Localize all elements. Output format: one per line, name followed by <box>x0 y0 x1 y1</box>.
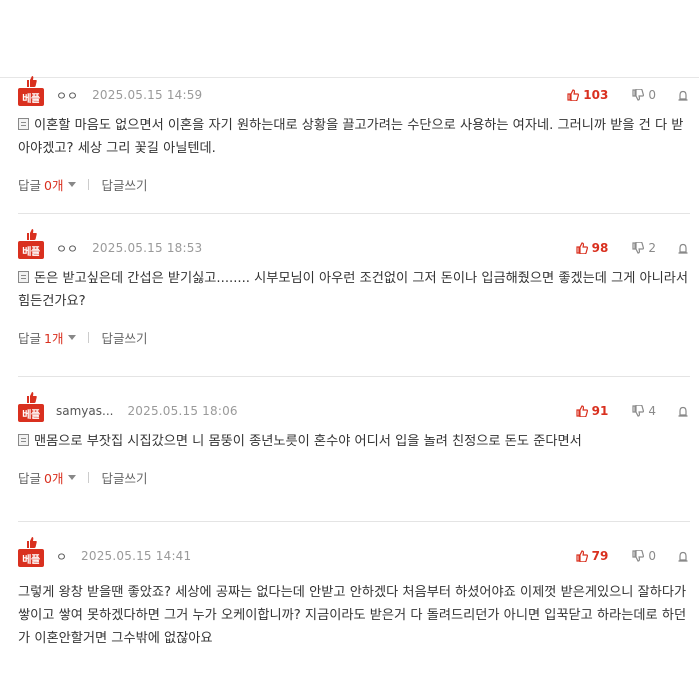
divider <box>88 471 90 483</box>
memo-icon <box>18 434 29 446</box>
comment-meta: 베플 ㅇㅇ 2025.05.15 18:53 98 2 <box>18 229 690 261</box>
thumbs-down-icon <box>632 405 645 417</box>
report-button[interactable] <box>678 90 688 101</box>
best-badge-label: 베플 <box>22 246 40 258</box>
comment-author[interactable]: ㅇㅇ <box>56 87 78 104</box>
chevron-down-icon <box>68 334 77 340</box>
reply-count: 0개 <box>44 470 64 486</box>
comment-stats: 103 0 <box>567 88 688 102</box>
write-reply-button[interactable]: 답글쓰기 <box>101 175 147 194</box>
comment-body: 이혼할 마음도 없으면서 이혼을 자기 원하는대로 상황을 끌고가려는 수단으로… <box>18 114 690 160</box>
report-button[interactable] <box>678 551 688 562</box>
like-button[interactable]: 103 <box>567 88 608 102</box>
reply-toggle[interactable]: 답글 0개 <box>18 175 77 194</box>
like-button[interactable]: 79 <box>576 549 609 563</box>
comment-stats: 91 4 <box>576 404 688 418</box>
thumbs-down-icon <box>632 550 645 562</box>
report-button[interactable] <box>678 243 688 254</box>
comment-meta: 베플 ㅇㅇ 2025.05.15 14:59 103 0 <box>18 76 690 108</box>
comment-actions: 답글 1개 답글쓰기 <box>18 325 690 349</box>
thumbs-up-icon <box>27 229 37 240</box>
dislike-count: 0 <box>648 549 656 563</box>
comment-stats: 98 2 <box>576 241 688 255</box>
reply-count: 0개 <box>44 177 64 193</box>
comment-item: 베플 ㅇ 2025.05.15 14:41 79 0 그렇게 왕창 받을땐 좋았… <box>18 537 690 687</box>
memo-icon <box>18 118 29 130</box>
best-badge-label: 베플 <box>22 93 40 105</box>
comment-text: 이혼할 마음도 없으면서 이혼을 자기 원하는대로 상황을 끌고가려는 수단으로… <box>18 118 684 156</box>
comment-item: 베플 ㅇㅇ 2025.05.15 14:59 103 0 이혼할 마음도 없으면… <box>18 76 690 214</box>
chevron-down-icon <box>68 474 77 480</box>
report-icon <box>678 551 688 562</box>
comment-meta: 베플 ㅇ 2025.05.15 14:41 79 0 <box>18 537 690 569</box>
comment-date: 2025.05.15 18:53 <box>92 241 203 255</box>
comment-text: 맨몸으로 부잣집 시집갔으면 니 몸뚱이 종년노릇이 혼수야 어디서 입을 놀려… <box>34 434 582 449</box>
thumbs-down-icon <box>632 242 645 254</box>
thumbs-up-icon <box>576 405 588 417</box>
dislike-count: 2 <box>648 241 656 255</box>
comment-actions: 답글 0개 답글쓰기 <box>18 465 690 489</box>
thumbs-up-icon <box>27 392 37 403</box>
reply-label: 답글 <box>18 330 42 346</box>
comment-author[interactable]: ㅇ <box>56 548 67 565</box>
reply-label: 답글 <box>18 470 42 486</box>
like-button[interactable]: 98 <box>576 241 609 255</box>
comment-item: 베플 samyas... 2025.05.15 18:06 91 4 맨몸으로 … <box>18 392 690 522</box>
reply-toggle[interactable]: 답글 1개 <box>18 328 77 347</box>
comment-list: 베플 ㅇㅇ 2025.05.15 14:59 103 0 이혼할 마음도 없으면… <box>18 76 690 687</box>
report-icon <box>678 243 688 254</box>
dislike-button[interactable]: 0 <box>632 88 656 102</box>
thumbs-down-icon <box>632 89 645 101</box>
like-button[interactable]: 91 <box>576 404 609 418</box>
best-badge: 베플 <box>18 229 44 259</box>
reply-count: 1개 <box>44 330 64 346</box>
comment-body: 그렇게 왕창 받을땐 좋았죠? 세상에 공짜는 없다는데 안받고 안하겠다 처음… <box>18 581 690 650</box>
dislike-button[interactable]: 4 <box>632 404 656 418</box>
best-badge: 베플 <box>18 392 44 422</box>
report-icon <box>678 406 688 417</box>
comment-date: 2025.05.15 18:06 <box>127 404 238 418</box>
best-badge: 베플 <box>18 537 44 567</box>
dislike-count: 0 <box>648 88 656 102</box>
like-count: 103 <box>583 88 609 102</box>
like-count: 98 <box>591 241 609 255</box>
best-badge: 베플 <box>18 76 44 106</box>
top-bar <box>0 0 699 78</box>
divider <box>88 331 90 343</box>
comment-stats: 79 0 <box>576 549 688 563</box>
dislike-button[interactable]: 0 <box>632 549 656 563</box>
best-badge-label: 베플 <box>22 554 40 566</box>
comment-date: 2025.05.15 14:59 <box>92 88 203 102</box>
comment-body: 맨몸으로 부잣집 시집갔으면 니 몸뚱이 종년노릇이 혼수야 어디서 입을 놀려… <box>18 430 690 453</box>
comment-date: 2025.05.15 14:41 <box>81 549 192 563</box>
comment-actions: 답글 0개 답글쓰기 <box>18 172 690 196</box>
report-button[interactable] <box>678 406 688 417</box>
like-count: 91 <box>591 404 609 418</box>
reply-label: 답글 <box>18 177 42 193</box>
thumbs-up-icon <box>27 537 37 548</box>
thumbs-up-icon <box>27 76 37 87</box>
comment-text: 그렇게 왕창 받을땐 좋았죠? 세상에 공짜는 없다는데 안받고 안하겠다 처음… <box>18 585 687 646</box>
dislike-count: 4 <box>648 404 656 418</box>
comment-text: 돈은 받고싶은데 간섭은 받기싫고........ 시부모님이 아우런 조건없이… <box>18 271 689 309</box>
comment-author[interactable]: samyas... <box>56 404 113 418</box>
comment-body: 돈은 받고싶은데 간섭은 받기싫고........ 시부모님이 아우런 조건없이… <box>18 267 690 313</box>
divider <box>88 178 90 190</box>
best-badge-label: 베플 <box>22 409 40 421</box>
comment-author[interactable]: ㅇㅇ <box>56 240 78 257</box>
chevron-down-icon <box>68 181 77 187</box>
comment-item: 베플 ㅇㅇ 2025.05.15 18:53 98 2 돈은 받고싶은데 간섭은… <box>18 229 690 377</box>
report-icon <box>678 90 688 101</box>
comment-meta: 베플 samyas... 2025.05.15 18:06 91 4 <box>18 392 690 424</box>
thumbs-up-icon <box>576 550 588 562</box>
memo-icon <box>18 271 29 283</box>
write-reply-button[interactable]: 답글쓰기 <box>101 328 147 347</box>
reply-toggle[interactable]: 답글 0개 <box>18 468 77 487</box>
thumbs-up-icon <box>576 242 588 254</box>
like-count: 79 <box>591 549 609 563</box>
write-reply-button[interactable]: 답글쓰기 <box>101 468 147 487</box>
thumbs-up-icon <box>567 89 580 101</box>
dislike-button[interactable]: 2 <box>632 241 656 255</box>
